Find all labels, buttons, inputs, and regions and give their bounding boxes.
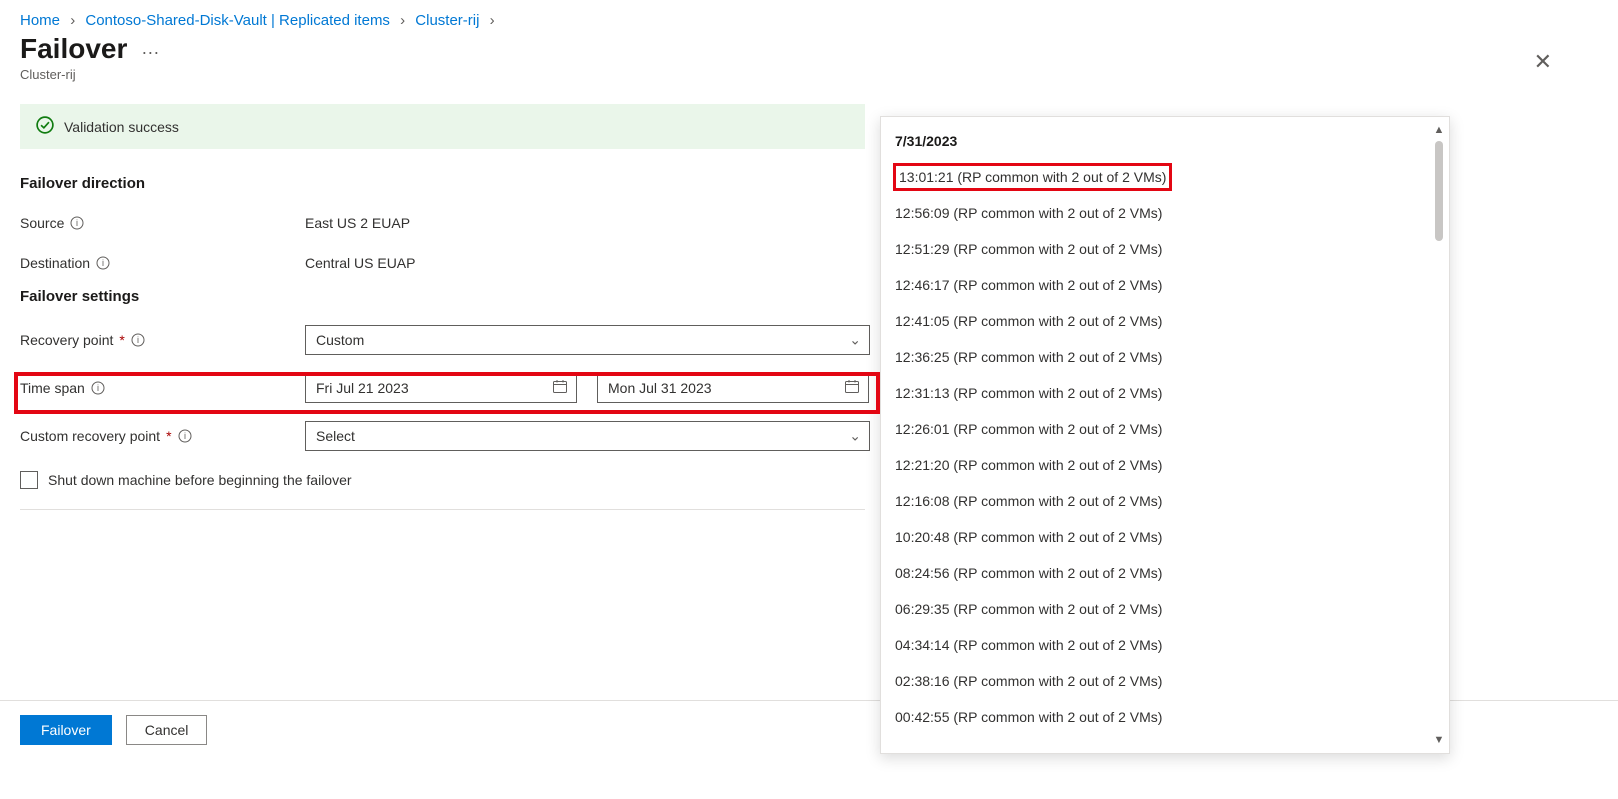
recovery-point-option[interactable]: 12:36:25 (RP common with 2 out of 2 VMs): [881, 339, 1449, 375]
custom-recovery-point-label: Custom recovery point: [20, 428, 160, 444]
recovery-point-flyout: 7/31/2023 13:01:21 (RP common with 2 out…: [880, 116, 1450, 754]
chevron-right-icon: ›: [490, 12, 495, 29]
info-icon[interactable]: i: [178, 429, 192, 443]
validation-message: Validation success: [64, 119, 179, 135]
recovery-point-label: Recovery point: [20, 332, 113, 348]
recovery-point-option[interactable]: 06:29:35 (RP common with 2 out of 2 VMs): [881, 591, 1449, 627]
chevron-right-icon: ›: [70, 12, 75, 29]
recovery-point-option[interactable]: 04:34:14 (RP common with 2 out of 2 VMs): [881, 627, 1449, 663]
svg-text:i: i: [76, 218, 78, 228]
scrollbar[interactable]: ▲ ▼: [1433, 123, 1445, 747]
svg-text:i: i: [137, 335, 139, 345]
breadcrumb-vault[interactable]: Contoso-Shared-Disk-Vault | Replicated i…: [85, 12, 390, 29]
calendar-icon: [844, 379, 860, 398]
scrollbar-thumb[interactable]: [1435, 141, 1443, 241]
destination-label: Destination: [20, 255, 90, 271]
info-icon[interactable]: i: [131, 333, 145, 347]
recovery-point-option[interactable]: 08:24:56 (RP common with 2 out of 2 VMs): [881, 555, 1449, 591]
shutdown-checkbox-label[interactable]: Shut down machine before beginning the f…: [48, 472, 352, 488]
recovery-point-option[interactable]: 00:42:55 (RP common with 2 out of 2 VMs): [881, 699, 1449, 735]
failover-button[interactable]: Failover: [20, 715, 112, 745]
calendar-icon: [552, 379, 568, 398]
divider: [20, 509, 865, 510]
custom-recovery-point-value: Select: [316, 428, 355, 444]
page-title: Failover: [20, 33, 127, 65]
recovery-point-value: Custom: [316, 332, 364, 348]
shutdown-checkbox[interactable]: [20, 471, 38, 489]
scroll-up-icon: ▲: [1434, 123, 1445, 137]
recovery-point-option[interactable]: 02:38:16 (RP common with 2 out of 2 VMs): [881, 663, 1449, 699]
custom-recovery-point-select[interactable]: Select ⌄: [305, 421, 870, 451]
required-indicator: *: [119, 332, 124, 348]
recovery-point-option[interactable]: 10:20:48 (RP common with 2 out of 2 VMs): [881, 519, 1449, 555]
check-circle-icon: [36, 116, 54, 137]
info-icon[interactable]: i: [91, 381, 105, 395]
recovery-point-select[interactable]: Custom ⌄: [305, 325, 870, 355]
chevron-down-icon: ⌄: [849, 428, 861, 445]
more-actions-button[interactable]: ···: [141, 42, 159, 63]
time-span-from-input[interactable]: Fri Jul 21 2023: [305, 373, 577, 403]
time-span-to-value: Mon Jul 31 2023: [608, 380, 712, 396]
recovery-point-option[interactable]: 12:46:17 (RP common with 2 out of 2 VMs): [881, 267, 1449, 303]
breadcrumb-home[interactable]: Home: [20, 12, 60, 29]
time-span-to-input[interactable]: Mon Jul 31 2023: [597, 373, 869, 403]
chevron-right-icon: ›: [400, 12, 405, 29]
destination-value: Central US EUAP: [305, 255, 415, 271]
svg-text:i: i: [184, 431, 186, 441]
scroll-down-icon: ▼: [1434, 733, 1445, 747]
required-indicator: *: [166, 428, 171, 444]
recovery-point-option[interactable]: 12:21:20 (RP common with 2 out of 2 VMs): [881, 447, 1449, 483]
resource-subtitle: Cluster-rij: [0, 67, 1618, 104]
chevron-down-icon: ⌄: [849, 332, 861, 349]
svg-text:i: i: [97, 383, 99, 393]
flyout-date-header: 7/31/2023: [881, 127, 1449, 159]
recovery-point-option[interactable]: 12:51:29 (RP common with 2 out of 2 VMs): [881, 231, 1449, 267]
info-icon[interactable]: i: [70, 216, 84, 230]
info-icon[interactable]: i: [96, 256, 110, 270]
recovery-point-option[interactable]: 12:41:05 (RP common with 2 out of 2 VMs): [881, 303, 1449, 339]
source-value: East US 2 EUAP: [305, 215, 410, 231]
time-span-from-value: Fri Jul 21 2023: [316, 380, 409, 396]
cancel-button[interactable]: Cancel: [126, 715, 208, 745]
breadcrumb-cluster[interactable]: Cluster-rij: [415, 12, 479, 29]
recovery-point-option[interactable]: 13:01:21 (RP common with 2 out of 2 VMs): [895, 165, 1170, 189]
breadcrumb: Home › Contoso-Shared-Disk-Vault | Repli…: [0, 0, 1618, 33]
source-label: Source: [20, 215, 64, 231]
time-span-label: Time span: [20, 380, 85, 396]
recovery-point-option[interactable]: 12:26:01 (RP common with 2 out of 2 VMs): [881, 411, 1449, 447]
close-icon: ✕: [1534, 49, 1552, 74]
svg-text:i: i: [102, 258, 104, 268]
recovery-point-option[interactable]: 12:56:09 (RP common with 2 out of 2 VMs): [881, 195, 1449, 231]
recovery-point-option[interactable]: 12:16:08 (RP common with 2 out of 2 VMs): [881, 483, 1449, 519]
validation-banner: Validation success: [20, 104, 865, 149]
recovery-point-option[interactable]: 12:31:13 (RP common with 2 out of 2 VMs): [881, 375, 1449, 411]
close-button[interactable]: ✕: [1528, 48, 1558, 76]
